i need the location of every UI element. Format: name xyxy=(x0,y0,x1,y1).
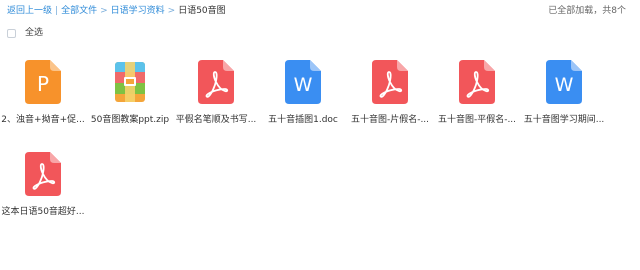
file-item[interactable]: 这本日语50音超好... xyxy=(0,152,86,218)
file-item[interactable]: P 2、浊音+拗音+促... xyxy=(0,60,86,126)
back-link[interactable]: 返回上一级 xyxy=(7,6,52,16)
breadcrumb-all-files[interactable]: 全部文件 xyxy=(61,6,97,16)
file-name: 五十音插图1.doc xyxy=(268,115,338,125)
select-all-row[interactable]: 全选 xyxy=(7,27,43,39)
file-name: 这本日语50音超好... xyxy=(1,207,85,217)
pdf-file-icon xyxy=(372,60,408,104)
breadcrumb-separator: | xyxy=(55,6,59,16)
pdf-file-icon xyxy=(198,60,234,104)
file-name: 五十音图-平假名-... xyxy=(437,115,517,125)
select-all-checkbox[interactable] xyxy=(7,28,16,38)
svg-text:W: W xyxy=(555,74,574,96)
pdf-file-icon xyxy=(25,152,61,196)
file-item[interactable]: W 五十音插图1.doc xyxy=(260,60,346,126)
breadcrumb-current: 日语50音图 xyxy=(178,6,226,16)
file-name: 平假名笔顺及书写... xyxy=(175,115,257,125)
file-item[interactable]: 平假名笔顺及书写... xyxy=(173,60,259,126)
ppt-file-icon: P xyxy=(25,60,61,104)
file-browser: 返回上一级 | 全部文件 > 日语学习资料 > 日语50音图 已全部加载，共8个 全选 P … xyxy=(0,0,640,270)
zip-archive-icon xyxy=(115,62,145,102)
pdf-file-icon xyxy=(459,60,495,104)
doc-file-icon: W xyxy=(285,60,321,104)
breadcrumb: 返回上一级 | 全部文件 > 日语学习资料 > 日语50音图 xyxy=(7,5,226,17)
select-all-label: 全选 xyxy=(25,28,44,38)
breadcrumb-separator: > xyxy=(100,6,108,16)
file-item[interactable]: 五十音图-片假名-... xyxy=(347,60,433,126)
toolbar: 返回上一级 | 全部文件 > 日语学习资料 > 日语50音图 已全部加载，共8个 xyxy=(0,0,640,22)
file-item[interactable]: 五十音图-平假名-... xyxy=(434,60,520,126)
breadcrumb-separator: > xyxy=(167,6,176,16)
file-item[interactable]: 50音图教案ppt.zip xyxy=(87,60,173,126)
file-name: 2、浊音+拗音+促... xyxy=(1,115,85,125)
doc-file-icon: W xyxy=(546,60,582,104)
file-name: 50音图教案ppt.zip xyxy=(90,115,170,125)
breadcrumb-folder[interactable]: 日语学习资料 xyxy=(111,6,165,16)
file-name: 五十音图-片假名-... xyxy=(350,115,430,125)
load-status: 已全部加载，共8个 xyxy=(548,6,626,16)
file-name: 五十音图学习期间... xyxy=(523,115,605,125)
file-item[interactable]: W 五十音图学习期间... xyxy=(521,60,607,126)
svg-text:W: W xyxy=(294,74,313,96)
svg-text:P: P xyxy=(37,72,49,96)
